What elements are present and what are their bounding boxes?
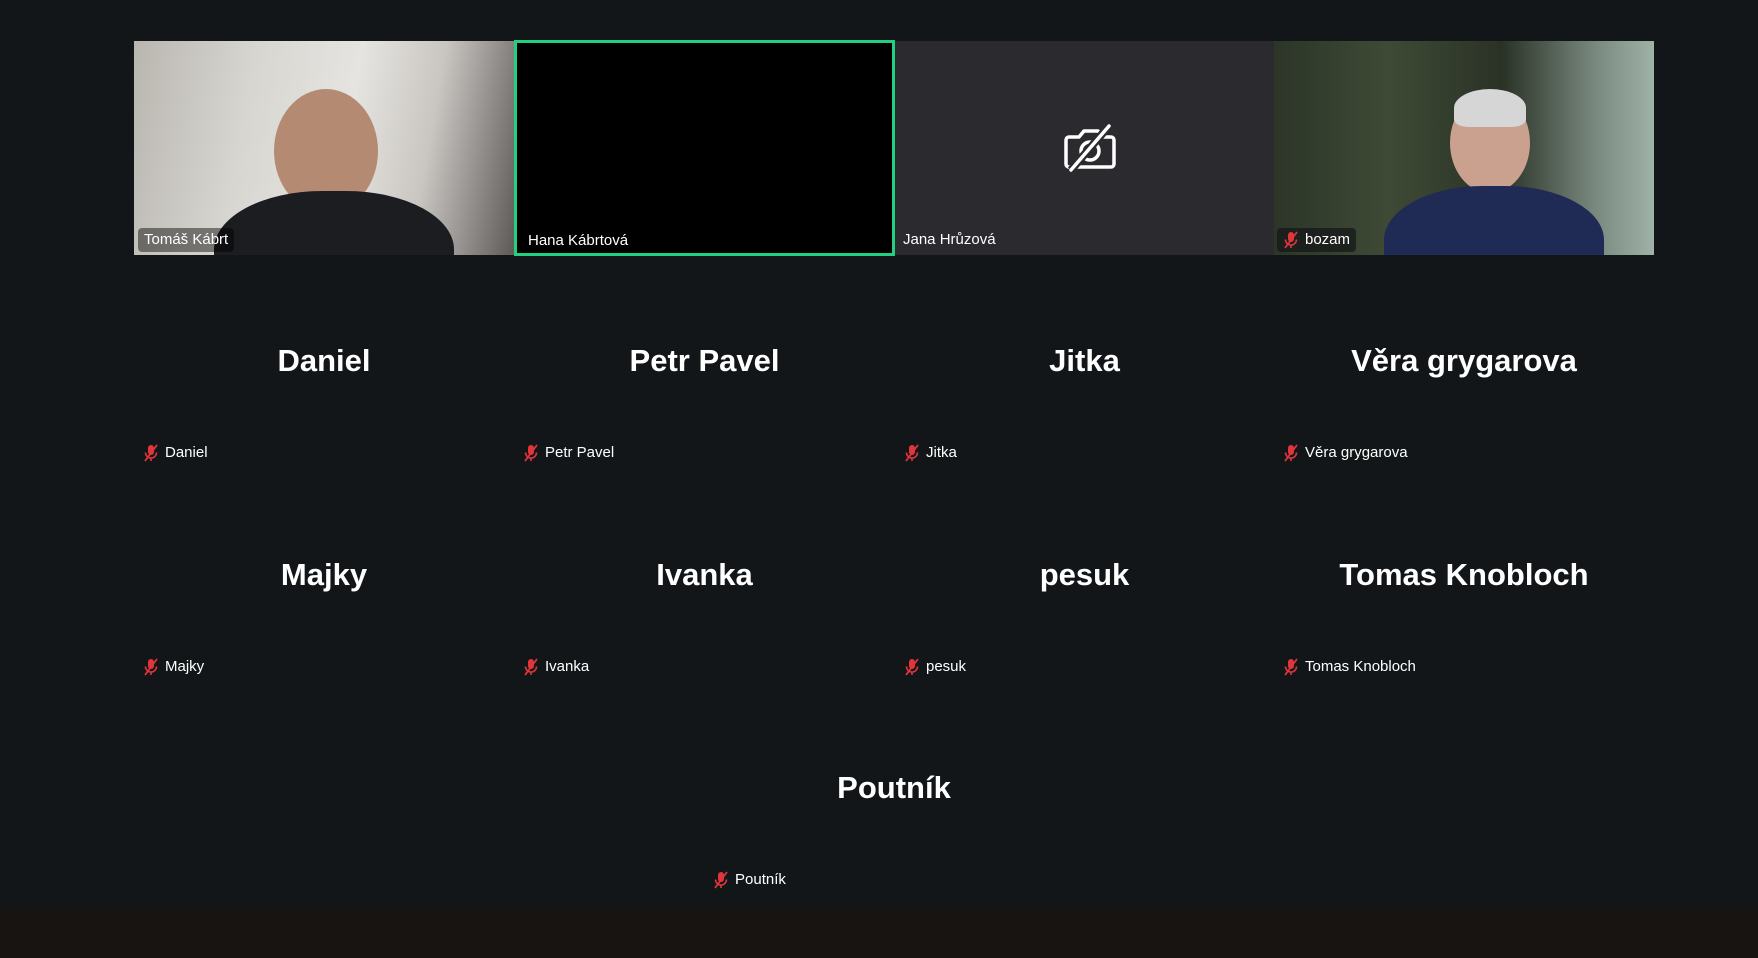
name-tag-label: Poutník [735,871,786,888]
name-tag-label: bozam [1305,231,1351,248]
name-tag: Petr Pavel [517,441,621,465]
name-tag: Věra grygarova [1277,441,1414,465]
participant-display-name: Tomas Knobloch [1339,557,1589,592]
participant-tile-jitka[interactable]: Jitka Jitka [895,255,1274,469]
participant-tile-poutnik[interactable]: Poutník Poutník [704,682,1084,896]
video-tile-jana-hruzova[interactable]: Jana Hrůzová [895,41,1274,255]
name-tag: Tomáš Kábrt [138,228,235,252]
mic-muted-icon [144,658,158,676]
participant-display-name: Jitka [1049,343,1120,378]
participant-display-name: pesuk [1039,557,1130,592]
mic-muted-icon [524,444,538,462]
name-tag: Daniel [137,441,214,465]
name-tag-label: Tomas Knobloch [1305,658,1416,675]
name-tag-label: Hana Kábrtová [528,232,629,249]
name-tag-label: Ivanka [545,658,590,675]
participant-tile-tomas-knobloch[interactable]: Tomas Knobloch Tomas Knobloch [1274,469,1654,683]
name-tag: Tomas Knobloch [1277,655,1422,679]
mic-muted-icon [524,658,538,676]
participant-tile-daniel[interactable]: Daniel Daniel [134,255,514,469]
video-tile-hana-kabrtova[interactable]: Hana Kábrtová [514,40,895,256]
mic-muted-icon [144,444,158,462]
name-tag-label: Petr Pavel [545,444,615,461]
name-tag: Majky [137,655,211,679]
video-tile-bozam[interactable]: bozam [1274,41,1654,255]
participant-tile-majky[interactable]: Majky Majky [134,469,514,683]
participant-display-name: Majky [280,557,368,592]
mic-muted-icon [1284,444,1298,462]
name-tag: Jitka [898,441,963,465]
participant-tile-vera-grygarova[interactable]: Věra grygarova Věra grygarova [1274,255,1654,469]
name-tag: Hana Kábrtová [522,229,635,253]
name-tag: Jana Hrůzová [897,228,1002,252]
participant-tile-pesuk[interactable]: pesuk pesuk [895,469,1274,683]
name-tag: Ivanka [517,655,596,679]
participant-hair [1454,89,1526,127]
mic-muted-icon [905,658,919,676]
participant-tile-ivanka[interactable]: Ivanka Ivanka [514,469,895,683]
name-tag: pesuk [898,655,973,679]
name-tag-label: Věra grygarova [1305,444,1408,461]
participant-display-name: Poutník [837,770,951,805]
participant-display-name: Věra grygarova [1351,343,1577,378]
participant-display-name: Daniel [277,343,371,378]
name-tag-label: Jitka [926,444,957,461]
participant-body [1384,186,1604,255]
name-tag: bozam [1277,228,1357,252]
participant-body [214,191,454,255]
mic-muted-icon [714,871,728,889]
name-tag-label: Daniel [165,444,208,461]
participant-tile-petr-pavel[interactable]: Petr Pavel Petr Pavel [514,255,895,469]
name-tag-label: Jana Hrůzová [903,231,996,248]
video-tile-tomas-kabrt[interactable]: Tomáš Kábrt [134,41,514,255]
name-tag: Poutník [707,868,792,892]
mic-muted-icon [1284,231,1298,249]
name-tag-label: Majky [165,658,205,675]
mic-muted-icon [1284,658,1298,676]
name-tag-label: Tomáš Kábrt [144,231,229,248]
bottom-toolbar [0,906,1758,958]
camera-off-icon [1064,123,1116,173]
participant-display-name: Ivanka [656,557,753,592]
name-tag-label: pesuk [926,658,967,675]
participant-display-name: Petr Pavel [629,343,780,378]
meeting-gallery: Tomáš Kábrt Hana Kábrtová Jana Hrůzová b… [0,0,1758,906]
mic-muted-icon [905,444,919,462]
